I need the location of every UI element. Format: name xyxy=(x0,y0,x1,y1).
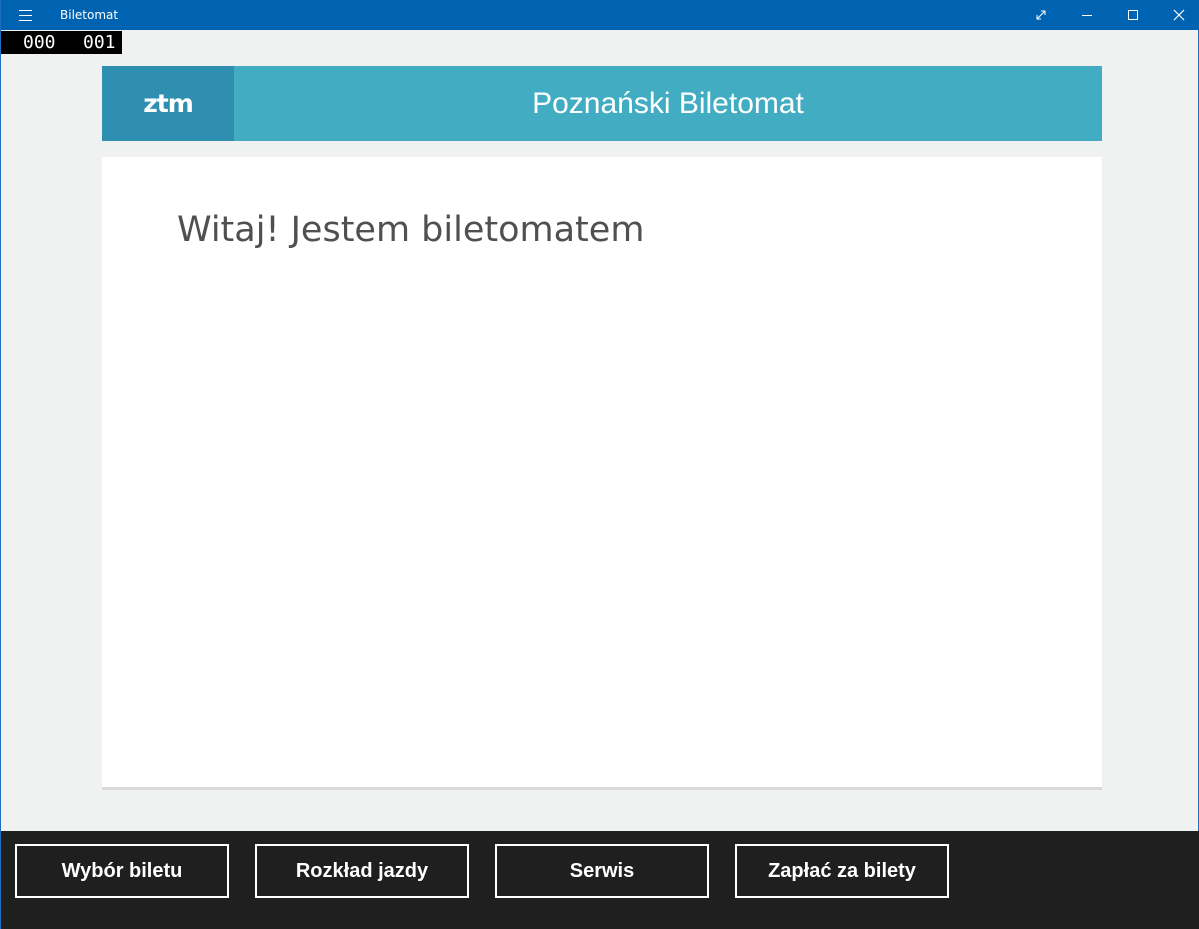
hamburger-icon[interactable] xyxy=(1,0,49,30)
app-header: ztm Poznański Biletomat xyxy=(102,66,1102,141)
ticket-selection-button[interactable]: Wybór biletu xyxy=(15,844,229,898)
close-icon[interactable] xyxy=(1156,0,1199,30)
counter-right: 001 xyxy=(83,32,116,53)
minimize-icon[interactable] xyxy=(1064,0,1110,30)
frame-counter: 000 001 xyxy=(1,31,122,54)
app-window: Biletomat 000 001 ztm Poznański Biletoma… xyxy=(0,0,1199,929)
title-bar: Biletomat xyxy=(1,0,1199,30)
ztm-logo: ztm xyxy=(102,66,234,141)
counter-left: 000 xyxy=(23,32,56,53)
logo-text: ztm xyxy=(143,89,194,118)
pay-tickets-button[interactable]: Zapłać za bilety xyxy=(735,844,949,898)
main-content-panel: Witaj! Jestem biletomatem xyxy=(102,157,1102,790)
fullscreen-icon[interactable] xyxy=(1018,0,1064,30)
welcome-heading: Witaj! Jestem biletomatem xyxy=(177,210,645,250)
window-title: Biletomat xyxy=(60,8,119,22)
timetable-button[interactable]: Rozkład jazdy xyxy=(255,844,469,898)
bottom-nav-bar: Wybór biletu Rozkład jazdy Serwis Zapłać… xyxy=(1,831,1199,929)
maximize-icon[interactable] xyxy=(1110,0,1156,30)
page-title: Poznański Biletomat xyxy=(532,87,804,120)
service-button[interactable]: Serwis xyxy=(495,844,709,898)
